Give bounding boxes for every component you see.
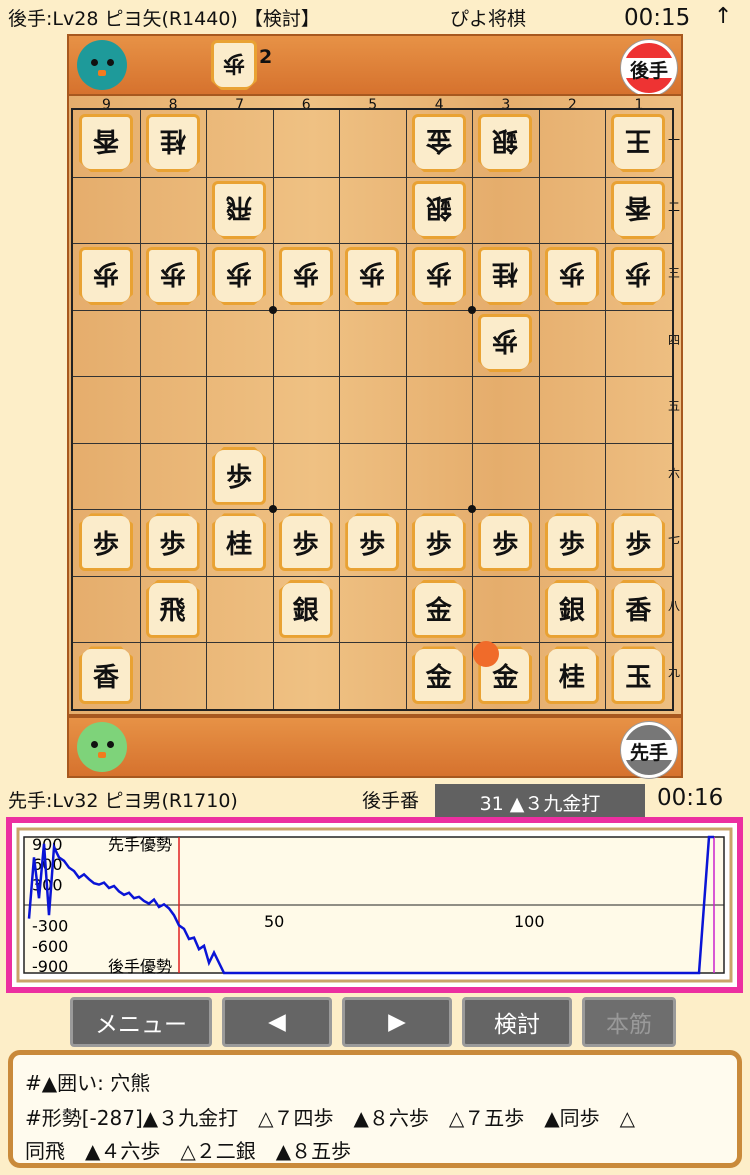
gote-hand-panel: 歩 2 後手 — [67, 34, 683, 96]
sente-piece[interactable]: 歩 — [278, 513, 333, 572]
gote-piece[interactable]: 歩 — [611, 247, 665, 305]
sente-piece[interactable]: 歩 — [478, 513, 533, 572]
analyze-button[interactable]: 検討 — [462, 997, 572, 1047]
sente-piece[interactable]: 歩 — [544, 513, 599, 572]
gote-badge: 後手 — [621, 40, 677, 96]
sente-piece[interactable]: 金 — [411, 646, 466, 705]
gote-piece[interactable]: 歩 — [146, 247, 200, 305]
gote-piece[interactable]: 桂 — [478, 247, 532, 305]
sente-piece[interactable]: 桂 — [544, 646, 599, 705]
sente-hand-panel: 先手 — [67, 716, 683, 778]
gote-piece[interactable]: 歩 — [478, 314, 532, 372]
sente-piece[interactable]: 歩 — [145, 513, 200, 572]
gote-advantage-label: 後手優勢 — [108, 957, 172, 976]
x-tick-label: 50 — [264, 912, 284, 931]
sente-piece[interactable]: 香 — [611, 579, 666, 638]
gote-piece[interactable]: 飛 — [212, 181, 266, 239]
menu-button[interactable]: メニュー — [70, 997, 212, 1047]
gote-piece[interactable]: 歩 — [345, 247, 399, 305]
gote-piece[interactable]: 歩 — [212, 247, 266, 305]
sente-piece[interactable]: 飛 — [145, 579, 200, 638]
gote-hand-piece[interactable]: 歩 — [211, 40, 257, 90]
gote-piece[interactable]: 歩 — [79, 247, 133, 305]
gote-piece[interactable]: 金 — [412, 114, 466, 172]
gote-piece[interactable]: 歩 — [279, 247, 333, 305]
star-point — [268, 505, 277, 514]
comment-line-3: 同飛 ▲４六歩 △２二銀 ▲８五歩 — [25, 1139, 352, 1163]
sente-piece[interactable]: 玉 — [611, 646, 666, 705]
sente-clock: 00:16 — [657, 785, 724, 811]
gote-piece[interactable]: 桂 — [146, 114, 200, 172]
gote-piece[interactable]: 歩 — [412, 247, 466, 305]
sente-advantage-label: 先手優勢 — [108, 835, 172, 854]
gote-hand-count: 2 — [259, 46, 273, 68]
gote-piece[interactable]: 歩 — [545, 247, 599, 305]
current-move-box: 31 ▲３九金打 — [435, 784, 645, 818]
sente-piece[interactable]: 銀 — [544, 579, 599, 638]
gote-piece[interactable]: 銀 — [478, 114, 532, 172]
mainline-button[interactable]: 本筋 — [582, 997, 676, 1047]
comment-line-2: #形勢[-287]▲３九金打 △７四歩 ▲８六歩 △７五歩 ▲同歩 △ — [25, 1106, 636, 1130]
sente-piece[interactable]: 桂 — [212, 513, 267, 572]
gote-piece[interactable]: 香 — [611, 181, 665, 239]
evaluation-graph[interactable]: 900600300-300-600-90050 100先手優勢後手優勢 — [12, 823, 737, 987]
opponent-label: 後手:Lv28 ピヨ矢(R1440) 【検討】 — [8, 8, 320, 30]
sente-badge: 先手 — [621, 722, 677, 778]
next-move-button[interactable]: ▶ — [342, 997, 452, 1047]
sente-piece[interactable]: 歩 — [345, 513, 400, 572]
app-title: ぴよ将棋 — [450, 8, 527, 30]
up-arrow-icon[interactable]: ↑ — [714, 4, 732, 29]
sente-piece[interactable]: 歩 — [79, 513, 133, 572]
board-grid[interactable]: 香桂金銀王飛銀香歩歩歩歩歩歩桂歩歩歩歩歩歩桂歩歩歩歩歩歩飛銀金銀香香金金桂玉 — [71, 108, 674, 711]
sente-piece[interactable]: 歩 — [212, 446, 267, 505]
sente-piece[interactable]: 銀 — [278, 579, 333, 638]
sente-label: 先手:Lv32 ピヨ男(R1710) — [8, 790, 238, 812]
sente-piece[interactable]: 歩 — [611, 513, 666, 572]
gote-avatar[interactable] — [77, 40, 127, 90]
star-point — [468, 305, 477, 314]
star-point — [268, 305, 277, 314]
comment-box: #▲囲い: 穴熊 #形勢[-287]▲３九金打 △７四歩 ▲８六歩 △７五歩 ▲… — [8, 1050, 742, 1168]
sente-avatar[interactable] — [77, 722, 127, 772]
prev-move-button[interactable]: ◀ — [222, 997, 332, 1047]
sente-piece[interactable]: 歩 — [411, 513, 466, 572]
y-tick-label: 900 — [32, 835, 63, 854]
gote-piece[interactable]: 香 — [79, 114, 133, 172]
y-tick-label: -300 — [32, 916, 68, 935]
sente-piece[interactable]: 香 — [79, 646, 133, 705]
y-tick-label: -900 — [32, 957, 68, 976]
gote-piece[interactable]: 銀 — [412, 181, 466, 239]
x-tick-label: 100 — [514, 912, 545, 931]
top-bar: 後手:Lv28 ピヨ矢(R1440) 【検討】 ぴよ将棋 00:15 ↑ — [0, 0, 750, 34]
star-point — [468, 505, 477, 514]
turn-label: 後手番 — [362, 790, 420, 812]
gote-clock: 00:15 — [624, 5, 691, 31]
y-tick-label: -600 — [32, 937, 68, 956]
comment-line-1: #▲囲い: 穴熊 — [25, 1071, 151, 1095]
gote-piece[interactable]: 王 — [611, 114, 665, 172]
sente-piece[interactable]: 金 — [411, 579, 466, 638]
